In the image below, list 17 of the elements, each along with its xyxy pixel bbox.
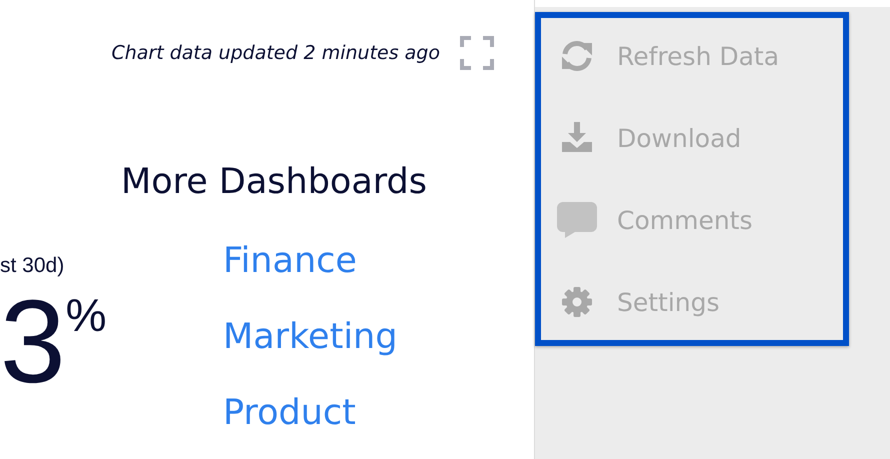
dashboard-link[interactable]: Marketing: [223, 312, 398, 362]
section-title: More Dashboards: [121, 162, 428, 202]
stat-unit: %: [66, 292, 107, 338]
dashboard-link[interactable]: Finance: [223, 236, 357, 286]
stat-label: st 30d): [0, 254, 64, 278]
refresh-icon: [560, 40, 594, 72]
menu-item[interactable]: Settings: [617, 288, 720, 316]
gear-icon: [561, 286, 593, 318]
stat-value: 3: [0, 292, 66, 392]
dashboard-link[interactable]: Product: [223, 388, 356, 438]
menu-item[interactable]: Refresh Data: [617, 42, 780, 70]
download-icon: [560, 122, 594, 154]
menu-item[interactable]: Download: [617, 124, 742, 152]
menu-item[interactable]: Comments: [617, 206, 753, 234]
speech-bubble-icon: [557, 202, 597, 238]
fullscreen-icon[interactable]: [460, 36, 494, 70]
update-status-text: Chart data updated 2 minutes ago: [111, 42, 440, 64]
